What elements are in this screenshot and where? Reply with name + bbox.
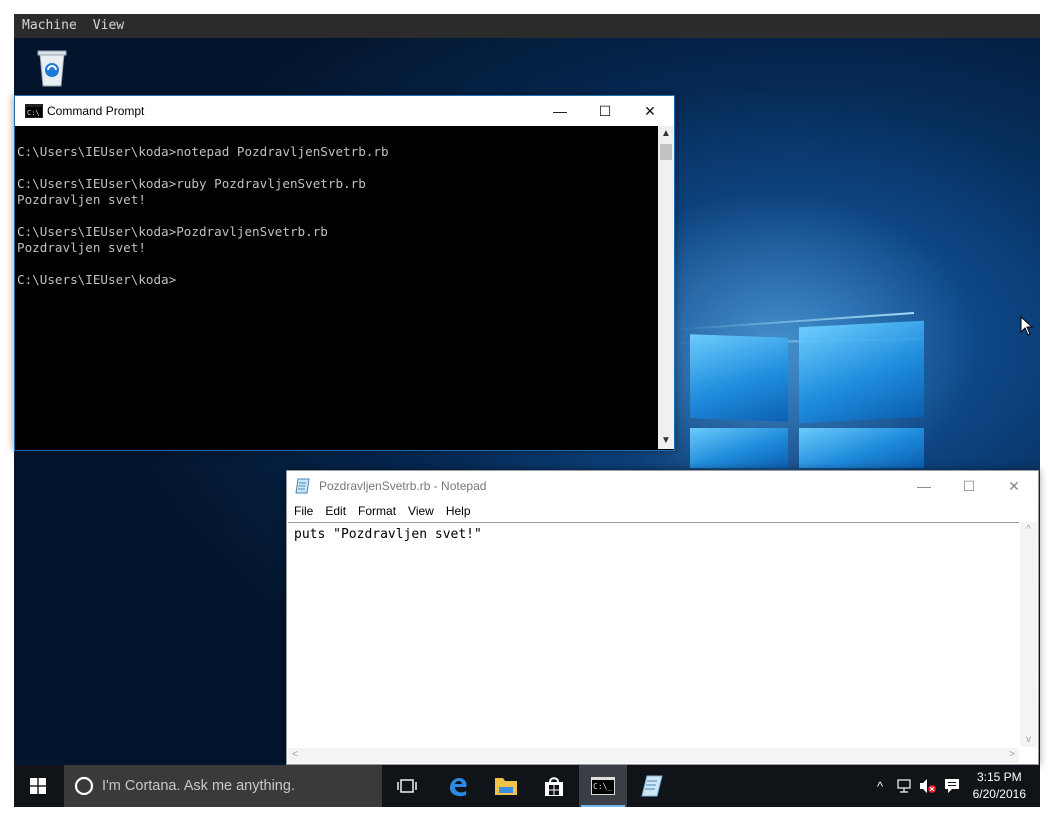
console-line: Pozdravljen svet! [17,240,146,255]
command-prompt-title: Command Prompt [47,104,145,118]
vm-menubar: Machine View [14,14,1040,38]
notepad-title: PozdravljenSvetrb.rb - Notepad [319,479,487,493]
minimize-icon: — [553,103,567,119]
notepad-text-area[interactable]: puts "Pozdravljen svet!" [288,522,1019,747]
command-prompt-taskbar-button[interactable]: C:\_ [579,765,627,807]
command-prompt-window[interactable]: C:\ Command Prompt — ☐ ✕ C:\Users\IEUser… [14,95,675,451]
menu-file[interactable]: File [287,501,318,521]
minimize-icon: — [917,478,931,494]
task-view-button[interactable] [383,765,431,807]
scroll-up-arrow-icon[interactable]: ▲ [658,126,674,142]
console-line: C:\Users\IEUser\koda>ruby PozdravljenSve… [17,176,366,191]
action-center-button[interactable] [941,765,963,807]
maximize-button[interactable]: ☐ [582,96,628,126]
vertical-scrollbar[interactable]: ▲ ▼ [658,126,674,449]
menu-view[interactable]: View [401,501,439,521]
show-hidden-icons-button[interactable]: ^ [869,765,891,807]
store-button[interactable] [530,765,578,807]
notepad-icon [641,775,663,797]
clock-time: 3:15 PM [976,770,1022,784]
command-prompt-icon: C:\_ [591,777,615,795]
network-icon [897,779,911,793]
minimize-button[interactable]: — [537,96,583,126]
close-icon: ✕ [644,102,656,119]
console-line: C:\Users\IEUser\koda>PozdravljenSvetrb.r… [17,224,328,239]
store-icon [545,777,563,796]
edge-button[interactable] [434,765,482,807]
windows-start-icon [30,778,46,794]
console-line: Pozdravljen svet! [17,192,146,207]
console-line: C:\Users\IEUser\koda>notepad Pozdravljen… [17,144,389,159]
console-output[interactable]: C:\Users\IEUser\koda>notepad Pozdravljen… [15,126,658,449]
horizontal-scrollbar[interactable]: < > [288,748,1019,763]
start-button[interactable] [14,765,62,807]
close-button[interactable]: ✕ [991,471,1037,501]
cortana-search-box[interactable]: I'm Cortana. Ask me anything. [64,765,382,807]
close-icon: ✕ [1008,477,1020,494]
file-explorer-icon [495,778,517,795]
menu-help[interactable]: Help [439,501,476,521]
mouse-cursor-icon [1020,316,1034,336]
vertical-scrollbar[interactable]: ^ v [1020,522,1037,747]
cortana-placeholder: I'm Cortana. Ask me anything. [102,778,295,794]
scroll-right-arrow-icon[interactable]: > [1009,749,1015,760]
cortana-icon [74,776,94,796]
notepad-taskbar-button[interactable] [628,765,676,807]
console-line: C:\Users\IEUser\koda> [17,272,177,287]
scroll-up-arrow-icon[interactable]: ^ [1020,524,1037,535]
notepad-titlebar[interactable]: PozdravljenSvetrb.rb - Notepad — ☐ ✕ [287,471,1038,501]
action-center-icon [945,779,959,793]
taskbar: I'm Cortana. Ask me anything. C:\_ ^ 3:1… [14,765,1040,807]
svg-text:C:\: C:\ [27,109,40,117]
maximize-icon: ☐ [962,477,976,494]
wallpaper-logo-pane [799,428,924,468]
scroll-down-arrow-icon[interactable]: ▼ [658,433,674,449]
vm-menu-machine[interactable]: Machine [14,14,85,38]
svg-text:C:\_: C:\_ [593,782,612,791]
maximize-icon: ☐ [598,102,612,119]
command-prompt-icon: C:\ [25,104,43,118]
recycle-bin-icon[interactable] [34,48,70,88]
close-button[interactable]: ✕ [627,96,673,126]
minimize-button[interactable]: — [901,471,947,501]
notepad-menubar: File Edit Format View Help [287,501,1038,521]
scroll-thumb[interactable] [660,144,672,160]
scroll-down-arrow-icon[interactable]: v [1020,734,1037,745]
volume-muted-icon [920,779,936,793]
wallpaper-logo-pane [690,334,788,422]
network-tray-button[interactable] [893,765,915,807]
scroll-left-arrow-icon[interactable]: < [292,749,298,760]
vm-menu-view[interactable]: View [85,14,132,38]
edge-icon [450,778,467,797]
volume-tray-button[interactable] [917,765,939,807]
maximize-button[interactable]: ☐ [946,471,992,501]
wallpaper-logo-pane [690,428,788,468]
wallpaper-logo-pane [799,320,924,424]
command-prompt-titlebar[interactable]: C:\ Command Prompt — ☐ ✕ [15,96,674,126]
file-explorer-button[interactable] [482,765,530,807]
system-clock[interactable]: 3:15 PM 6/20/2016 [973,769,1026,803]
task-view-icon [397,779,417,793]
clock-date: 6/20/2016 [972,787,1026,801]
notepad-window[interactable]: PozdravljenSvetrb.rb - Notepad — ☐ ✕ Fil… [286,470,1039,765]
menu-edit[interactable]: Edit [318,501,351,521]
chevron-up-icon: ^ [876,778,884,794]
menu-format[interactable]: Format [351,501,401,521]
notepad-icon [295,478,310,494]
